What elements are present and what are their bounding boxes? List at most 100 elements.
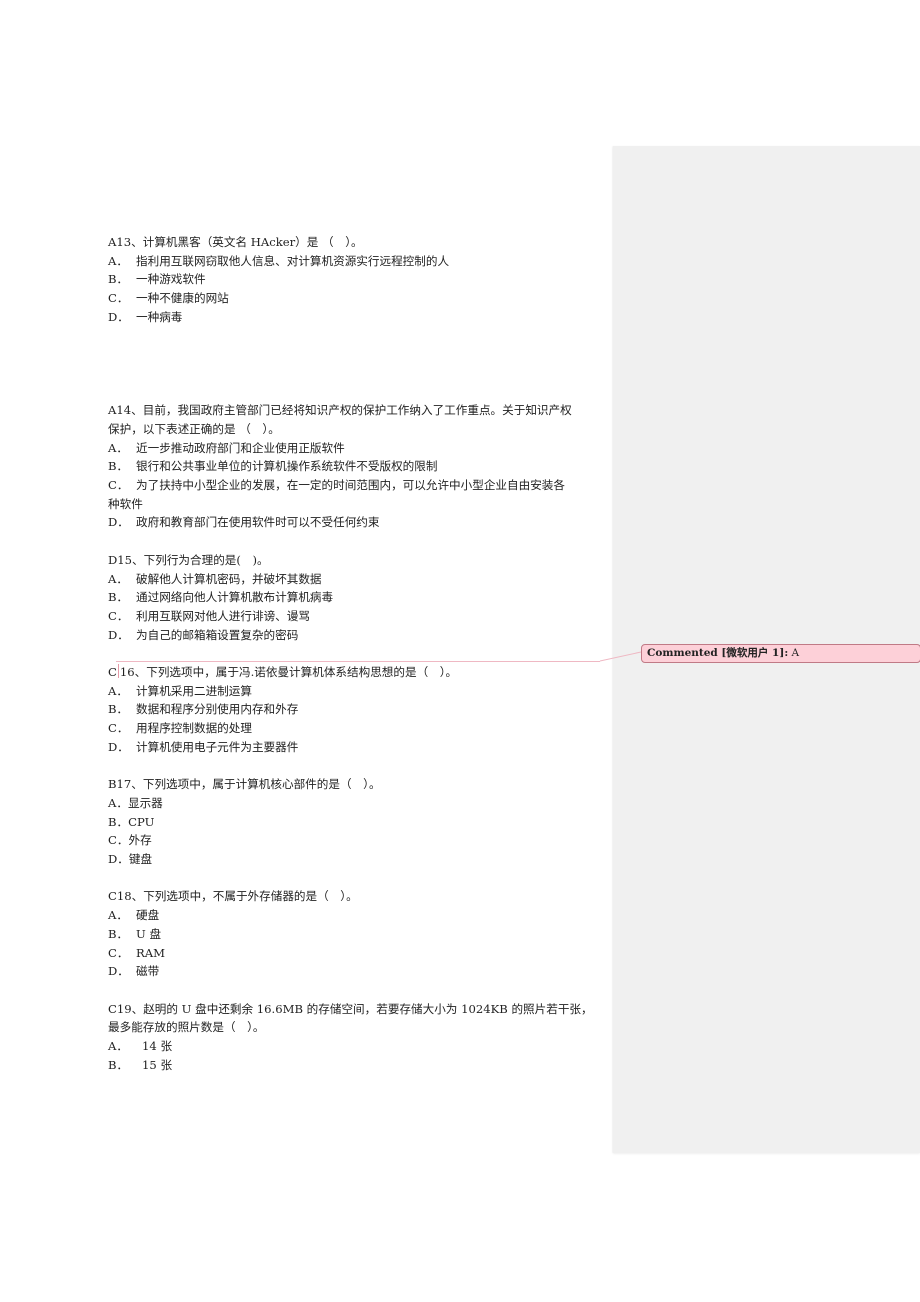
option-letter: D． — [108, 739, 129, 754]
option-letter: A． — [108, 1039, 128, 1054]
option-letter: C． — [108, 721, 129, 736]
option-text: 指利用互联网窃取他人信息、对计算机资源实行远程控制的人 — [136, 253, 450, 268]
question-stem-line-1: A14、目前，我国政府主管部门已经将知识产权的保护工作纳入了工作重点。关于知识产… — [108, 403, 572, 418]
option-letter: B． — [108, 1057, 129, 1072]
option-d: D． 磁带 — [108, 962, 608, 981]
option-b: B． 银行和公共事业单位的计算机操作系统软件不受版权的限制 — [108, 457, 608, 476]
question-c19: C19、赵明的 U 盘中还剩余 16.6MB 的存储空间，若要存储大小为 102… — [108, 1000, 608, 1075]
question-d15: D15、下列行为合理的是( )。 A． 破解他人计算机密码，并破坏其数据 B． 通过… — [108, 551, 608, 645]
option-text: 政府和教育部门在使用软件时可以不受任何约束 — [136, 515, 380, 530]
option-letter: B． — [108, 590, 129, 605]
option-d: D． 政府和教育部门在使用软件时可以不受任何约束 — [108, 513, 608, 532]
option-a: A． 硬盘 — [108, 906, 608, 925]
question-c18: C18、下列选项中，不属于外存储器的是（ ）。 A． 硬盘 B． U 盘 C． RAM… — [108, 887, 608, 981]
option-text: 磁带 — [136, 964, 160, 979]
option-letter: C． — [108, 833, 129, 848]
option-a: A． 14 张 — [108, 1037, 608, 1056]
option-text: 银行和公共事业单位的计算机操作系统软件不受版权的限制 — [136, 459, 438, 474]
question-a14: A14、目前，我国政府主管部门已经将知识产权的保护工作纳入了工作重点。关于知识产… — [108, 401, 608, 532]
option-text: 显示器 — [127, 795, 163, 810]
option-text: 破解他人计算机密码，并破坏其数据 — [136, 571, 322, 586]
option-text: RAM — [136, 945, 165, 960]
option-text: 为了扶持中小型企业的发展，在一定的时间范围内，可以允许中小型企业自由安装各 — [136, 478, 565, 493]
question-a13: A13、计算机黑客（英文名 HAcker）是 （ ）。 A． 指利用互联网窃取他人… — [108, 233, 608, 327]
option-d: D． 计算机使用电子元件为主要器件 — [108, 738, 608, 757]
option-letter: C． — [108, 291, 129, 306]
option-letter: A． — [108, 571, 128, 586]
option-c: C． 一种不健康的网站 — [108, 289, 608, 308]
option-letter: A． — [108, 440, 128, 455]
option-letter: D． — [108, 964, 129, 979]
question-stem: C 16、下列选项中，属于冯.诺依曼计算机体系结构思想的是（ ）。 — [108, 663, 608, 682]
option-a: A． 近一步推动政府部门和企业使用正版软件 — [108, 439, 608, 458]
option-letter: C． — [108, 478, 129, 493]
document-body[interactable]: A13、计算机黑客（英文名 HAcker）是 （ ）。 A． 指利用互联网窃取他人… — [108, 233, 608, 1074]
option-d: D． 一种病毒 — [108, 308, 608, 327]
option-text: 15 张 — [142, 1057, 173, 1072]
option-b: B． 一种游戏软件 — [108, 270, 608, 289]
option-d: D． 为自己的邮箱箱设置复杂的密码 — [108, 626, 608, 645]
option-text: 利用互联网对他人进行诽谤、谩骂 — [136, 608, 310, 623]
option-text: 近一步推动政府部门和企业使用正版软件 — [136, 440, 345, 455]
option-text: CPU — [128, 814, 155, 829]
question-stem: A13、计算机黑客（英文名 HAcker）是 （ ）。 — [108, 235, 363, 249]
option-text: 计算机采用二进制运算 — [136, 683, 252, 698]
option-d: D． 键盘 — [108, 850, 608, 869]
option-a: A． 破解他人计算机密码，并破坏其数据 — [108, 570, 608, 589]
option-letter: A． — [108, 795, 128, 810]
question-stem-line-1: C19、赵明的 U 盘中还剩余 16.6MB 的存储空间，若要存储大小为 102… — [108, 1001, 593, 1016]
option-letter: B． — [108, 459, 129, 474]
option-c-continuation: 种软件 — [108, 496, 143, 511]
option-a: A． 显示器 — [108, 794, 608, 813]
question-stem: C18、下列选项中，不属于外存储器的是（ ）。 — [108, 889, 358, 904]
option-text: 通过网络向他人计算机散布计算机病毒 — [136, 590, 334, 605]
option-letter: D． — [108, 309, 129, 324]
option-b: B． 15 张 — [108, 1056, 608, 1075]
option-text: 硬盘 — [136, 908, 160, 923]
option-letter: B． — [108, 702, 129, 717]
option-a: A． 计算机采用二进制运算 — [108, 682, 608, 701]
option-a: A． 指利用互联网窃取他人信息、对计算机资源实行远程控制的人 — [108, 252, 608, 271]
option-text: 14 张 — [142, 1039, 173, 1054]
option-text: 键盘 — [128, 852, 153, 867]
option-c: C． 为了扶持中小型企业的发展，在一定的时间范围内，可以允许中小型企业自由安装各 — [108, 476, 608, 495]
option-text: 为自己的邮箱箱设置复杂的密码 — [136, 627, 299, 642]
question-c16: C 16、下列选项中，属于冯.诺依曼计算机体系结构思想的是（ ）。 A． 计算机采用… — [108, 663, 608, 757]
option-b: B． CPU — [108, 813, 608, 832]
option-c: C． 用程序控制数据的处理 — [108, 719, 608, 738]
question-stem-prefix: C — [108, 665, 117, 680]
option-b: B． U 盘 — [108, 925, 608, 944]
option-b: B． 数据和程序分别使用内存和外存 — [108, 700, 608, 719]
option-text: 一种不健康的网站 — [136, 291, 229, 306]
option-letter: D． — [108, 852, 129, 867]
comment-anchor-marker[interactable] — [117, 664, 119, 679]
option-letter: D． — [108, 515, 129, 530]
option-c: C． 利用互联网对他人进行诽谤、谩骂 — [108, 607, 608, 626]
question-stem-line-2: 保护，以下表述正确的是 （ ）。 — [108, 421, 280, 436]
question-stem: B17、下列选项中，属于计算机核心部件的是（ ）。 — [108, 777, 381, 792]
option-text: U 盘 — [136, 926, 162, 941]
option-text: 一种游戏软件 — [136, 272, 206, 287]
option-text: 计算机使用电子元件为主要器件 — [136, 739, 299, 754]
option-text: 用程序控制数据的处理 — [136, 721, 252, 736]
option-b: B． 通过网络向他人计算机散布计算机病毒 — [108, 588, 608, 607]
option-text: 外存 — [128, 833, 152, 848]
option-letter: C． — [108, 945, 129, 960]
comment-anchor-underline — [116, 661, 600, 662]
option-letter: A． — [108, 908, 128, 923]
question-stem-rest: 16、下列选项中，属于冯.诺依曼计算机体系结构思想的是（ ）。 — [119, 665, 458, 680]
option-letter: B． — [108, 814, 129, 829]
comment-label: Commented [微软用户 1]: — [647, 647, 789, 659]
option-letter: A． — [108, 253, 128, 268]
option-letter: B． — [108, 272, 129, 287]
question-b17: B17、下列选项中，属于计算机核心部件的是（ ）。 A． 显示器 B． CPU C．… — [108, 775, 608, 869]
option-letter: D． — [108, 627, 129, 642]
option-letter: C． — [108, 608, 129, 623]
comment-balloon[interactable]: Commented [微软用户 1]: A — [641, 644, 920, 663]
option-letter: A． — [108, 683, 128, 698]
